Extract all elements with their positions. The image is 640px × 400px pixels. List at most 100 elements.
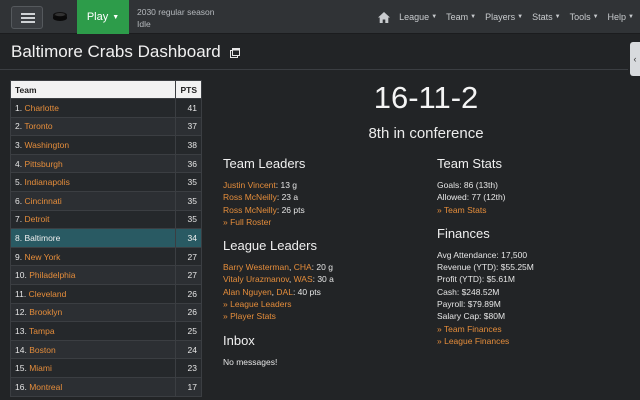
chevron-left-icon: ‹ bbox=[633, 54, 637, 64]
pts-cell: 17 bbox=[175, 376, 202, 396]
standings-row: 2. Toronto 37 bbox=[10, 116, 202, 136]
standings-row: 8. Baltimore 34 bbox=[10, 228, 202, 248]
league-finances-link[interactable]: » League Finances bbox=[437, 336, 509, 346]
rank-label: 1. bbox=[15, 102, 23, 113]
team-link[interactable]: Charlotte bbox=[24, 103, 59, 113]
team-link[interactable]: Montreal bbox=[29, 382, 62, 392]
rank-label: 6. bbox=[15, 195, 23, 206]
nav-players[interactable]: Players ▼ bbox=[485, 12, 523, 22]
team-stats-link[interactable]: » Team Stats bbox=[437, 205, 486, 215]
team-link[interactable]: New York bbox=[24, 252, 60, 262]
league-leader-row: Alan Nguyen, DAL: 40 pts bbox=[223, 286, 321, 297]
league-leaders-link[interactable]: » League Leaders bbox=[223, 299, 292, 309]
team-cell: 1. Charlotte bbox=[10, 98, 176, 118]
pts-cell: 23 bbox=[175, 358, 202, 378]
nav-league[interactable]: League ▼ bbox=[399, 12, 437, 22]
chevron-down-icon: ▼ bbox=[112, 13, 120, 21]
team-link[interactable]: Baltimore bbox=[24, 233, 60, 243]
leader-stat: : 23 a bbox=[276, 192, 299, 203]
rank-label: 3. bbox=[15, 139, 23, 150]
popout-window-icon[interactable] bbox=[229, 47, 240, 58]
nav-tools[interactable]: Tools ▼ bbox=[570, 12, 599, 22]
menu-toggle-button[interactable] bbox=[11, 6, 43, 29]
team-link[interactable]: Toronto bbox=[24, 121, 52, 131]
team-link[interactable]: Philadelphia bbox=[29, 270, 75, 280]
full-roster-link[interactable]: » Full Roster bbox=[223, 217, 271, 227]
nav-help[interactable]: Help ▼ bbox=[608, 12, 634, 22]
team-link[interactable]: Pittsburgh bbox=[24, 159, 62, 169]
allowed-stat: Allowed: 77 (12th) bbox=[437, 192, 506, 203]
team-link[interactable]: Detroit bbox=[24, 214, 49, 224]
leader-stat: : 40 pts bbox=[292, 286, 321, 297]
pts-cell: 38 bbox=[175, 135, 202, 155]
inbox-heading: Inbox bbox=[223, 332, 255, 348]
league-leaders-heading: League Leaders bbox=[223, 238, 317, 254]
team-stats-heading: Team Stats bbox=[437, 156, 503, 171]
nav-team-label: Team bbox=[446, 12, 469, 22]
player-link[interactable]: Vitaly Urazmanov bbox=[223, 274, 289, 284]
revenue-stat: Revenue (YTD): $55.25M bbox=[437, 262, 534, 273]
hockey-puck-logo-icon[interactable] bbox=[52, 10, 68, 22]
player-link[interactable]: Justin Vincent bbox=[223, 180, 276, 190]
team-cell: 2. Toronto bbox=[10, 116, 176, 136]
team-abbrev-link[interactable]: WAS bbox=[294, 274, 313, 284]
top-navbar: Play ▼ 2030 regular season Idle League ▼ … bbox=[0, 0, 640, 34]
leader-stat: : 30 a bbox=[312, 274, 334, 285]
standings-row: 16. Montreal 17 bbox=[10, 376, 202, 396]
nav-league-label: League bbox=[399, 12, 430, 22]
pts-cell: 26 bbox=[175, 283, 202, 304]
pts-cell: 36 bbox=[175, 153, 202, 173]
home-icon[interactable] bbox=[378, 11, 391, 23]
team-cell: 14. Boston bbox=[10, 339, 176, 359]
team-link[interactable]: Cleveland bbox=[29, 289, 67, 299]
team-abbrev-link[interactable]: DAL bbox=[276, 287, 293, 297]
team-link[interactable]: Brooklyn bbox=[29, 307, 62, 317]
team-cell: 12. Brooklyn bbox=[10, 302, 176, 322]
rank-label: 13. bbox=[15, 325, 27, 336]
team-cell: 11. Cleveland bbox=[10, 283, 176, 304]
team-link[interactable]: Boston bbox=[29, 345, 55, 355]
team-cell: 8. Baltimore bbox=[10, 228, 176, 248]
standings-row: 1. Charlotte 41 bbox=[10, 98, 202, 118]
chevron-down-icon: ▼ bbox=[517, 14, 524, 20]
standings-row: 7. Detroit 35 bbox=[10, 209, 202, 229]
cash-stat: Cash: $248.52M bbox=[437, 286, 500, 297]
play-button[interactable]: Play ▼ bbox=[77, 0, 129, 34]
chevron-down-icon: ▼ bbox=[554, 14, 561, 20]
team-finances-link[interactable]: » Team Finances bbox=[437, 324, 502, 334]
team-link[interactable]: Indianapolis bbox=[24, 177, 69, 187]
page-title: Baltimore Crabs Dashboard bbox=[11, 42, 240, 62]
player-link[interactable]: Ross McNeilly bbox=[223, 192, 277, 202]
team-cell: 5. Indianapolis bbox=[10, 172, 176, 192]
pts-cell: 27 bbox=[175, 246, 202, 266]
player-link[interactable]: Ross McNeilly bbox=[223, 205, 277, 215]
rank-label: 2. bbox=[15, 121, 23, 132]
stats-column: Team Stats Goals: 86 (13th) Allowed: 77 … bbox=[437, 156, 627, 357]
player-link[interactable]: Alan Nguyen bbox=[223, 287, 272, 297]
team-cell: 7. Detroit bbox=[10, 209, 176, 229]
team-link[interactable]: Washington bbox=[24, 140, 69, 150]
sidebar-toggle-tab[interactable]: ‹ bbox=[630, 42, 640, 76]
rank-label: 11. bbox=[15, 288, 27, 299]
league-leader-row: Barry Westerman, CHA: 20 g bbox=[223, 262, 333, 273]
standings-row: 13. Tampa 25 bbox=[10, 321, 202, 341]
pts-cell: 34 bbox=[175, 228, 202, 248]
team-abbrev-link[interactable]: CHA bbox=[294, 262, 312, 272]
pts-cell: 24 bbox=[175, 339, 202, 359]
nav-stats[interactable]: Stats ▼ bbox=[532, 12, 560, 22]
payroll-stat: Payroll: $79.89M bbox=[437, 299, 501, 310]
standings-row: 12. Brooklyn 26 bbox=[10, 302, 202, 322]
team-record: 16-11-2 bbox=[373, 80, 479, 115]
nav-team[interactable]: Team ▼ bbox=[446, 12, 476, 22]
team-link[interactable]: Cincinnati bbox=[24, 196, 61, 206]
team-leader-row: Ross McNeilly: 26 pts bbox=[223, 204, 423, 216]
team-link[interactable]: Tampa bbox=[29, 326, 55, 336]
team-link[interactable]: Miami bbox=[29, 363, 52, 373]
finances-section: Finances Avg Attendance: 17,500 Revenue … bbox=[437, 226, 627, 347]
player-stats-link[interactable]: » Player Stats bbox=[223, 311, 276, 321]
player-link[interactable]: Barry Westerman bbox=[223, 262, 289, 272]
rank-label: 7. bbox=[15, 214, 23, 225]
nav-tools-label: Tools bbox=[569, 12, 591, 22]
nav-help-label: Help bbox=[607, 12, 627, 22]
rank-label: 9. bbox=[15, 251, 23, 262]
